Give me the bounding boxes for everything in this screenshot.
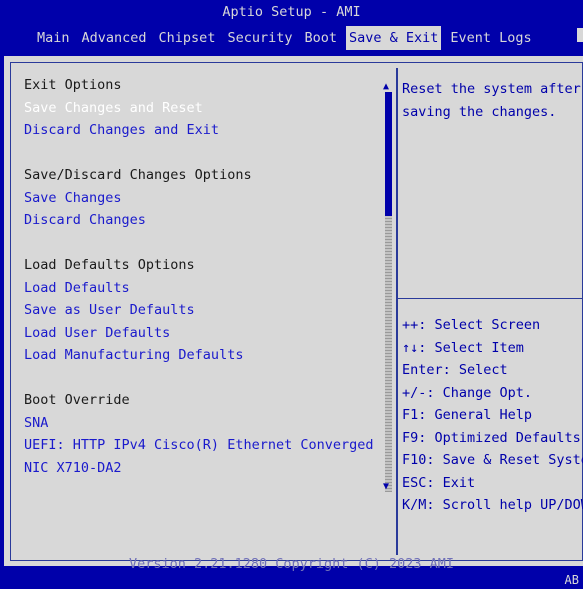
boot-override-sna-item[interactable]: SNA [24, 412, 384, 435]
load-defaults-item[interactable]: Load Defaults [24, 277, 384, 300]
section-exit-options: Exit Options [24, 77, 122, 93]
key-optimized-defaults: F9: Optimized Defaults [402, 429, 581, 446]
help-line: saving the changes. [402, 103, 557, 120]
save-changes-item[interactable]: Save Changes [24, 187, 384, 210]
key-change-opt: +/-: Change Opt. [402, 384, 533, 401]
main-panel: Exit Options Save Changes and Reset Disc… [4, 56, 583, 566]
key-select-screen: ++: Select Screen [402, 317, 541, 333]
discard-changes-and-exit-item[interactable]: Discard Changes and Exit [24, 119, 384, 142]
section-boot-override: Boot Override [24, 392, 130, 408]
key-general-help: F1: General Help [402, 407, 533, 423]
tab-advanced[interactable]: Advanced [79, 26, 150, 50]
save-user-defaults-item[interactable]: Save as User Defaults [24, 299, 384, 322]
section-load-defaults: Load Defaults Options [24, 257, 195, 273]
tab-main[interactable]: Main [34, 26, 73, 50]
scrollbar-thumb[interactable] [385, 92, 392, 216]
key-legend: ++: Select Screen ↑↓: Select Item Enter:… [402, 314, 583, 517]
key-enter-select: Enter: Select [402, 362, 508, 378]
tab-save-exit[interactable]: Save & Exit [346, 26, 442, 50]
tab-event-logs[interactable]: Event Logs [447, 26, 534, 50]
key-select-item: ↑↓: Select Item [402, 339, 524, 356]
tab-bar: Main Advanced Chipset Security Boot Save… [34, 26, 541, 50]
vertical-divider [396, 68, 398, 555]
save-changes-and-reset-item[interactable]: Save Changes and Reset [24, 97, 384, 120]
footer-bar: Version 2.21.1280 Copyright (C) 2023 AMI… [0, 556, 583, 589]
boot-override-uefi-item-continued[interactable]: NIC X710-DA2 [24, 457, 384, 480]
scroll-up-arrow-icon[interactable]: ▲ [383, 82, 389, 92]
key-scroll-help: K/M: Scroll help UP/DOWN [402, 497, 583, 513]
help-line: Reset the system after [402, 81, 581, 97]
title-bar: Aptio Setup - AMI Main Advanced Chipset … [0, 0, 583, 56]
load-user-defaults-item[interactable]: Load User Defaults [24, 322, 384, 345]
app-title: Aptio Setup - AMI [222, 4, 361, 20]
tab-chipset[interactable]: Chipset [156, 26, 219, 50]
version-text: Version 2.21.1280 Copyright (C) 2023 AMI [128, 556, 455, 572]
load-manufacturing-defaults-item[interactable]: Load Manufacturing Defaults [24, 344, 384, 367]
help-divider [398, 298, 583, 299]
help-text: Reset the system after saving the change… [402, 78, 582, 123]
discard-changes-item[interactable]: Discard Changes [24, 209, 384, 232]
tab-boot[interactable]: Boot [301, 26, 340, 50]
boot-override-uefi-item[interactable]: UEFI: HTTP IPv4 Cisco(R) Ethernet Conver… [24, 434, 384, 457]
section-save-discard: Save/Discard Changes Options [24, 167, 252, 183]
tab-overflow-indicator [577, 28, 583, 42]
options-list: Exit Options Save Changes and Reset Disc… [24, 74, 384, 479]
key-exit: ESC: Exit [402, 474, 476, 491]
scroll-down-arrow-icon[interactable]: ▼ [383, 482, 389, 492]
key-save-reset: F10: Save & Reset System [402, 452, 583, 468]
tab-security[interactable]: Security [224, 26, 295, 50]
corner-code: AB [564, 573, 579, 587]
